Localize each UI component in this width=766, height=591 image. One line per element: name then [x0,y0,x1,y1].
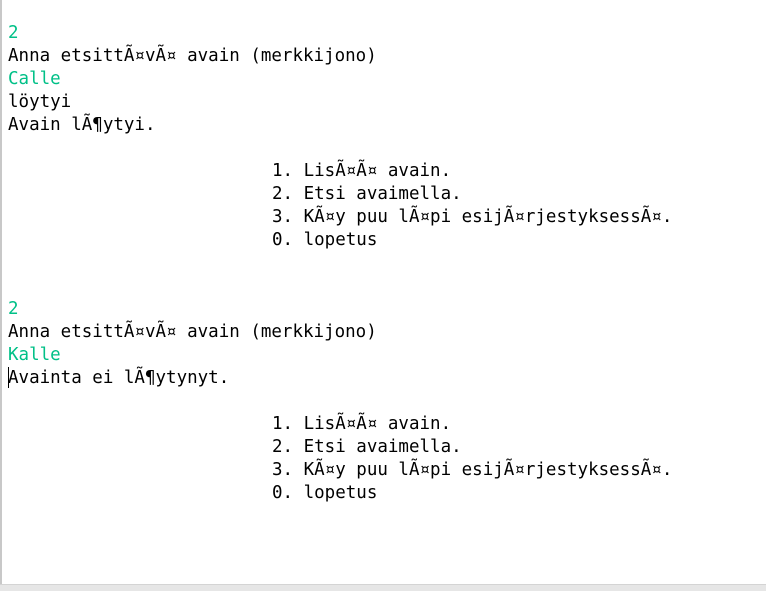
search-key-prompt: Anna etsittÃ¤vÃ¤ avain (merkkijono) [8,322,377,342]
menu-item-preorder-traversal: 3. KÃ¤y puu lÃ¤pi esijÃ¤rjestyksessÃ¤. [272,207,673,227]
menu-item-search-key: 2. Etsi avaimella. [272,437,462,457]
text-cursor [8,367,9,388]
menu-item-add-key: 1. LisÃ¤Ã¤ avain. [272,414,452,434]
menu-item-quit: 0. lopetus [272,483,378,503]
menu-item-quit: 0. lopetus [272,230,378,250]
user-input-key: Calle [8,69,61,89]
horizontal-scrollbar[interactable] [0,584,766,591]
result-message: Avainta ei lÃ¶ytynyt. [8,368,230,388]
menu-item-preorder-traversal: 3. KÃ¤y puu lÃ¤pi esijÃ¤rjestyksessÃ¤. [272,460,673,480]
menu-item-add-key: 1. LisÃ¤Ã¤ avain. [272,161,452,181]
user-input-key: Kalle [8,345,61,365]
console-output[interactable]: 2 Anna etsittÃ¤vÃ¤ avain (merkkijono) Ca… [0,0,766,585]
user-input-menu-choice: 2 [8,23,19,43]
found-message: löytyi [8,92,72,112]
console-left-border [0,0,2,585]
menu-item-search-key: 2. Etsi avaimella. [272,184,462,204]
result-message: Avain lÃ¶ytyi. [8,115,156,135]
user-input-menu-choice: 2 [8,299,19,319]
search-key-prompt: Anna etsittÃ¤vÃ¤ avain (merkkijono) [8,46,377,66]
